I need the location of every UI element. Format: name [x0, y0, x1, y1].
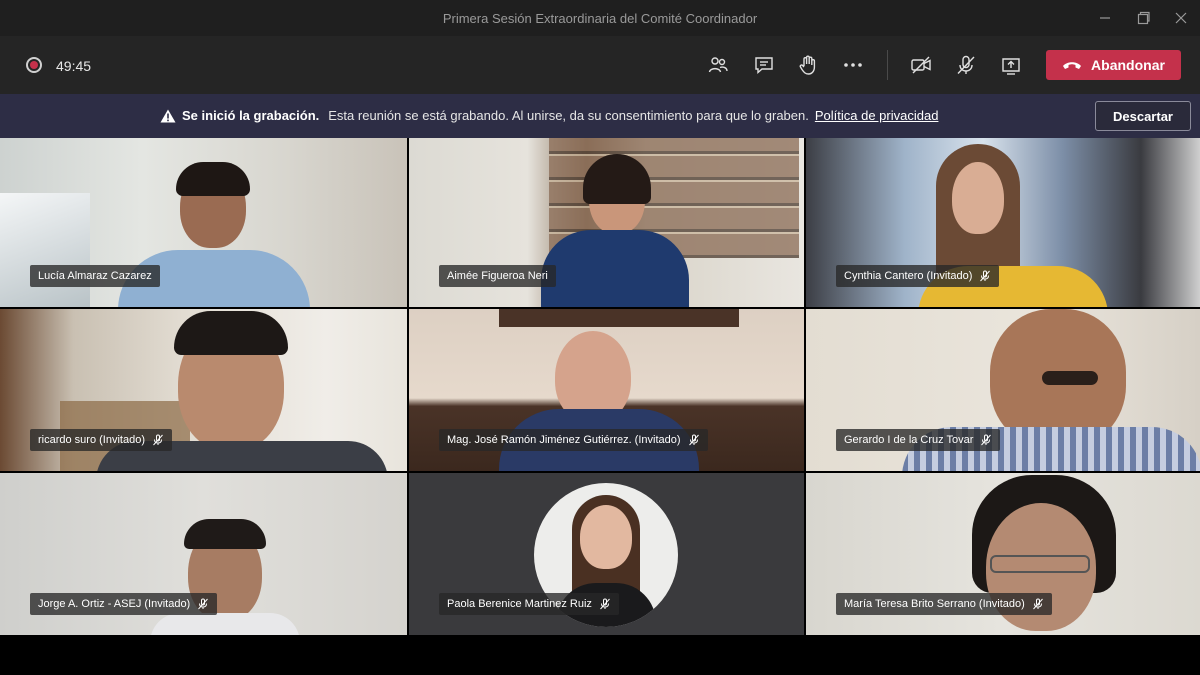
participant-face	[952, 162, 1004, 234]
participant-name: María Teresa Brito Serrano (Invitado)	[844, 598, 1025, 610]
meeting-toolbar: 49:45 Abandonar	[0, 36, 1200, 94]
dismiss-button[interactable]: Descartar	[1095, 101, 1191, 131]
meeting-timer: 49:45	[56, 58, 92, 74]
microphone-icon	[979, 270, 991, 282]
microphone-icon	[152, 434, 164, 446]
avatar-face	[580, 505, 632, 569]
video-grid: Lucía Almaraz Cazarez Aimée Figueroa Ner…	[0, 138, 1200, 635]
window-light	[0, 193, 90, 307]
video-tile[interactable]: Cynthia Cantero (Invitado)	[806, 138, 1200, 307]
video-tile[interactable]: Paola Berenice Martinez Ruiz	[409, 473, 804, 635]
warning-icon	[160, 109, 176, 123]
window-title: Primera Sesión Extraordinaria del Comité…	[442, 11, 758, 26]
participant-name: Lucía Almaraz Cazarez	[38, 270, 152, 282]
participant-name-tag: ricardo suro (Invitado)	[30, 429, 172, 451]
participant-name: ricardo suro (Invitado)	[38, 434, 145, 446]
participant-name-tag: Mag. José Ramón Jiménez Gutiérrez. (Invi…	[439, 429, 708, 451]
leave-button[interactable]: Abandonar	[1046, 50, 1181, 80]
participant-name-tag: María Teresa Brito Serrano (Invitado)	[836, 593, 1052, 615]
video-tile[interactable]: ricardo suro (Invitado)	[0, 309, 407, 471]
maximize-icon[interactable]	[1128, 6, 1158, 30]
participant-name: Mag. José Ramón Jiménez Gutiérrez. (Invi…	[447, 434, 681, 446]
microphone-icon	[599, 598, 611, 610]
camera-off-icon[interactable]	[908, 52, 934, 78]
hang-up-icon	[1063, 62, 1082, 69]
video-tile[interactable]: Mag. José Ramón Jiménez Gutiérrez. (Invi…	[409, 309, 804, 471]
recording-text: Esta reunión se está grabando. Al unirse…	[328, 108, 809, 123]
participant-name-tag: Aimée Figueroa Neri	[439, 265, 556, 287]
raise-hand-icon[interactable]	[795, 52, 821, 78]
participant-name-tag: Lucía Almaraz Cazarez	[30, 265, 160, 287]
participant-name: Aimée Figueroa Neri	[447, 270, 548, 282]
participant-body	[541, 230, 689, 307]
participant-name-tag: Gerardo I de la Cruz Tovar	[836, 429, 1001, 451]
microphone-icon	[980, 434, 992, 446]
participant-name: Paola Berenice Martinez Ruiz	[447, 598, 592, 610]
toolbar-divider	[887, 50, 888, 80]
share-screen-icon[interactable]	[998, 52, 1024, 78]
video-tile[interactable]: Gerardo I de la Cruz Tovar	[806, 309, 1200, 471]
microphone-icon	[197, 598, 209, 610]
recording-message: Se inició la grabación. Esta reunión se …	[160, 108, 938, 123]
recording-title: Se inició la grabación.	[182, 108, 320, 123]
microphone-icon	[1032, 598, 1044, 610]
bottom-bar	[0, 635, 1200, 675]
privacy-policy-link[interactable]: Política de privacidad	[815, 108, 939, 123]
video-tile[interactable]: Lucía Almaraz Cazarez	[0, 138, 407, 307]
minimize-icon[interactable]	[1090, 6, 1120, 30]
participant-name: Cynthia Cantero (Invitado)	[844, 270, 973, 282]
participant-mustache	[1042, 371, 1098, 385]
participant-hair	[176, 162, 250, 196]
microphone-off-icon[interactable]	[953, 52, 979, 78]
participant-name-tag: Cynthia Cantero (Invitado)	[836, 265, 1000, 287]
recording-banner: Se inició la grabación. Esta reunión se …	[0, 94, 1200, 138]
more-options-icon[interactable]	[840, 52, 866, 78]
close-icon[interactable]	[1166, 6, 1196, 30]
microphone-icon	[688, 434, 700, 446]
participant-name-tag: Paola Berenice Martinez Ruiz	[439, 593, 619, 615]
video-tile[interactable]: Jorge A. Ortiz - ASEJ (Invitado)	[0, 473, 407, 635]
participant-name: Gerardo I de la Cruz Tovar	[844, 434, 974, 446]
title-bar: Primera Sesión Extraordinaria del Comité…	[0, 0, 1200, 36]
participant-name-tag: Jorge A. Ortiz - ASEJ (Invitado)	[30, 593, 218, 615]
participant-glasses	[990, 555, 1090, 573]
leave-button-label: Abandonar	[1091, 57, 1165, 73]
participant-hair	[174, 311, 288, 355]
video-tile[interactable]: María Teresa Brito Serrano (Invitado)	[806, 473, 1200, 635]
participant-body	[150, 613, 300, 635]
participant-hair	[184, 519, 266, 549]
chat-icon[interactable]	[751, 52, 777, 78]
participant-name: Jorge A. Ortiz - ASEJ (Invitado)	[38, 598, 191, 610]
video-tile[interactable]: Aimée Figueroa Neri	[409, 138, 804, 307]
recording-indicator-icon	[26, 57, 42, 73]
picture-frame	[499, 309, 739, 327]
participants-icon[interactable]	[705, 52, 731, 78]
